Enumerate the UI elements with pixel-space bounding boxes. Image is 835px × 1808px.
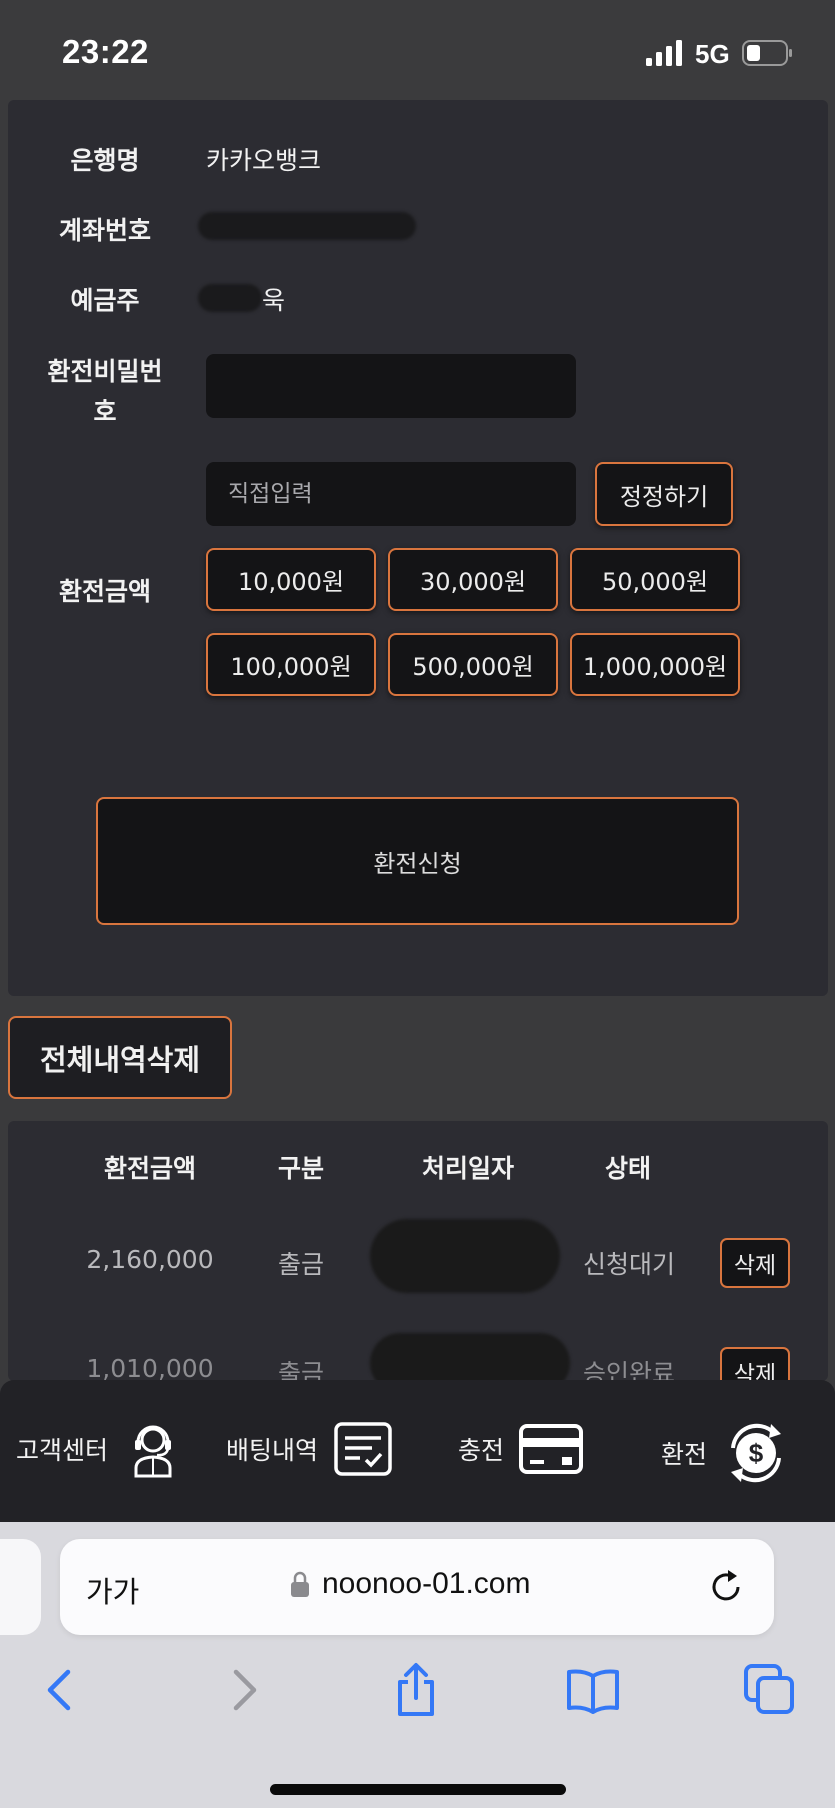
redacted-row-date: [370, 1219, 560, 1293]
network-label: 5G: [695, 39, 730, 69]
share-icon[interactable]: [388, 1662, 444, 1718]
previous-tab-preview[interactable]: [0, 1539, 41, 1635]
bookmarks-icon[interactable]: [565, 1662, 621, 1718]
exchange-submit-button[interactable]: 환전신청: [96, 797, 739, 925]
status-bar: 23:22 5G: [0, 0, 835, 100]
headset-agent-icon: [134, 1425, 172, 1478]
svg-text:$: $: [749, 1438, 764, 1468]
forward-icon[interactable]: [214, 1662, 270, 1718]
quick-amount-30000[interactable]: 30,000원: [388, 548, 558, 611]
account-holder-label: 예금주: [70, 286, 140, 315]
nav-exchange[interactable]: 환전 $: [661, 1418, 791, 1488]
nav-betting-history[interactable]: 배팅내역: [226, 1418, 394, 1480]
custom-amount-field[interactable]: [206, 462, 576, 526]
exchange-password-label-line1: 환전비밀번: [47, 357, 163, 386]
account-holder-tail: 욱: [262, 286, 286, 315]
column-header-type: 구분: [277, 1154, 324, 1183]
bank-name-label: 은행명: [70, 146, 140, 175]
quick-amount-50000[interactable]: 50,000원: [570, 548, 740, 611]
row-delete-button[interactable]: 삭제: [720, 1238, 790, 1288]
nav-customer-center[interactable]: 고객센터: [16, 1418, 184, 1480]
column-header-date: 처리일자: [421, 1154, 514, 1183]
bottom-navigation: 고객센터 배팅내역 충전 환전 $: [0, 1380, 835, 1522]
address-bar[interactable]: 가가 noonoo-01.com: [60, 1539, 774, 1635]
exchange-password-field[interactable]: [206, 354, 576, 418]
row-delete-button[interactable]: 삭제: [720, 1347, 790, 1381]
custom-amount-input[interactable]: [206, 462, 576, 526]
url-text[interactable]: noonoo-01.com: [322, 1567, 530, 1601]
exchange-form-card: 은행명 카카오뱅크 계좌번호 예금주 욱 환전비밀번 호 정정하기 환전금액 1…: [8, 100, 828, 996]
browser-toolbar: 가가 noonoo-01.com: [0, 1522, 835, 1808]
row-amount: 1,010,000: [86, 1354, 214, 1381]
cellular-signal-icon: [646, 40, 682, 66]
nav-exchange-label: 환전: [661, 1440, 708, 1469]
quick-amount-100000[interactable]: 100,000원: [206, 633, 376, 696]
account-number-label: 계좌번호: [58, 216, 151, 245]
row-amount: 2,160,000: [86, 1245, 214, 1274]
checklist-icon: [334, 1422, 392, 1476]
row-status: 신청대기: [582, 1250, 675, 1279]
battery-icon: [742, 40, 792, 66]
redacted-account-number: [198, 212, 416, 240]
back-icon[interactable]: [34, 1662, 90, 1718]
exchange-history-table: 환전금액 구분 처리일자 상태 2,160,000 출금 신청대기 삭제 1,0…: [8, 1121, 828, 1381]
correct-button[interactable]: 정정하기: [595, 462, 733, 526]
nav-charge[interactable]: 충전: [458, 1418, 584, 1480]
credit-card-icon: [519, 1424, 584, 1474]
exchange-password-label-line2: 호: [93, 397, 117, 426]
column-header-status: 상태: [604, 1154, 651, 1183]
quick-amount-500000[interactable]: 500,000원: [388, 633, 558, 696]
reload-icon[interactable]: [706, 1567, 746, 1607]
redacted-row-date: [370, 1333, 570, 1381]
nav-customer-center-label: 고객센터: [16, 1436, 109, 1465]
home-indicator: [270, 1784, 566, 1795]
exchange-password-input[interactable]: [206, 354, 576, 418]
delete-all-history-button[interactable]: 전체내역삭제: [8, 1016, 232, 1099]
dollar-exchange-icon: $: [731, 1423, 782, 1483]
nav-betting-history-label: 배팅내역: [226, 1436, 319, 1465]
status-time: 23:22: [62, 33, 149, 70]
redacted-holder-name: [198, 284, 262, 312]
row-type: 출금: [277, 1250, 324, 1279]
quick-amount-10000[interactable]: 10,000원: [206, 548, 376, 611]
exchange-amount-label: 환전금액: [58, 577, 151, 606]
tabs-icon[interactable]: [742, 1662, 798, 1718]
exchange-password-label: 환전비밀번 호: [30, 352, 180, 432]
quick-amount-1000000[interactable]: 1,000,000원: [570, 633, 740, 696]
text-size-button[interactable]: 가가: [86, 1569, 139, 1611]
row-status: 승인완료: [582, 1359, 675, 1381]
nav-charge-label: 충전: [458, 1436, 505, 1465]
row-type: 출금: [277, 1359, 324, 1381]
bank-name-value: 카카오뱅크: [206, 146, 322, 175]
column-header-amount: 환전금액: [103, 1154, 196, 1183]
lock-icon: [291, 1571, 309, 1597]
